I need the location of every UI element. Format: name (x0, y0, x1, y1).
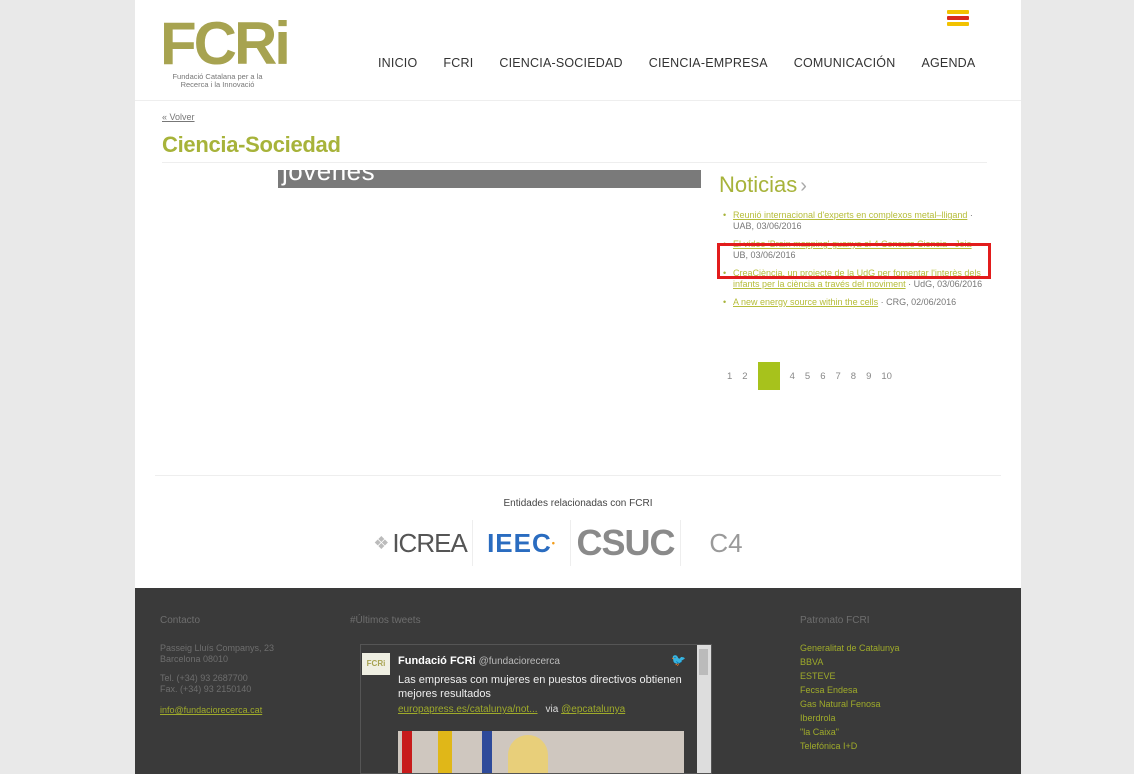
tweet-author[interactable]: Fundació FCRi @fundaciorecerca (398, 655, 560, 667)
nav-ciencia-sociedad[interactable]: CIENCIA-SOCIEDAD (499, 56, 622, 70)
contact-title: Contacto (160, 615, 201, 626)
tweet-link[interactable]: europapress.es/catalunya/not... (398, 704, 538, 715)
page-link[interactable]: 5 (805, 371, 810, 382)
tweet-author-handle: @fundaciorecerca (478, 656, 560, 667)
logo-subtitle: Fundació Catalana per a la Recerca i la … (172, 72, 263, 89)
footer: Contacto Passeig Lluís Companys, 23 Barc… (135, 588, 1021, 774)
icrea-logo[interactable]: ❖ ICREA (368, 520, 473, 566)
contact-info: Passeig Lluís Companys, 23 Barcelona 080… (160, 643, 274, 716)
twitter-bird-icon[interactable]: 🐦 (671, 653, 686, 667)
c4-logo-text: C4 (709, 527, 743, 558)
tweet-widget[interactable]: FCRi Fundació FCRi @fundaciorecerca 🐦 Las… (360, 644, 712, 774)
entities-logos: ❖ ICREA IEEC • CSUC C4 (368, 520, 771, 566)
tweet-via-handle[interactable]: @epcatalunya (561, 704, 625, 715)
page-link[interactable]: 7 (835, 371, 840, 382)
patronato-list: Generalitat de Catalunya BBVA ESTEVE Fec… (800, 641, 900, 753)
ieec-logo[interactable]: IEEC • (473, 520, 571, 566)
patronato-item[interactable]: Iberdrola (800, 711, 900, 725)
contact-email[interactable]: info@fundaciorecerca.cat (160, 705, 274, 716)
csuc-logo-text: CSUC (576, 522, 675, 563)
patronato-item[interactable]: Generalitat de Catalunya (800, 641, 900, 655)
patronato-item[interactable]: Fecsa Endesa (800, 683, 900, 697)
tweet-links: europapress.es/catalunya/not... via @epca… (398, 704, 625, 715)
news-item: El vídeo 'Brain mapping' guanya el 4 Con… (721, 239, 983, 261)
page-link[interactable]: 6 (820, 371, 825, 382)
address-line: Passeig Lluís Companys, 23 (160, 643, 275, 653)
news-heading-label: Noticias (719, 172, 798, 197)
news-item-link[interactable]: Reunió internacional d'experts en comple… (733, 210, 967, 220)
back-link[interactable]: « Volver (162, 112, 195, 122)
language-flag-icon[interactable] (947, 10, 969, 32)
page-link[interactable]: 10 (881, 371, 892, 382)
nav-agenda[interactable]: AGENDA (921, 56, 975, 70)
tweet-text: Las empresas con mujeres en puestos dire… (398, 674, 682, 700)
news-item: Reunió internacional d'experts en comple… (721, 210, 983, 232)
news-list: Reunió internacional d'experts en comple… (721, 210, 983, 315)
nav-comunicacion[interactable]: COMUNICACIÓN (794, 56, 896, 70)
ieec-logo-text: IEEC (487, 527, 552, 558)
patronato-item[interactable]: Telefónica I+D (800, 739, 900, 753)
patronato-title: Patronato FCRI (800, 615, 870, 626)
patronato-item[interactable]: "la Caixa" (800, 725, 900, 739)
c4-logo[interactable]: C4 (681, 520, 771, 566)
tweet-author-name: Fundació FCRi (398, 655, 476, 667)
page-link[interactable]: 8 (851, 371, 856, 382)
news-item-link[interactable]: El vídeo 'Brain mapping' guanya el 4 Con… (733, 239, 972, 249)
news-item-link[interactable]: A new energy source within the cells (733, 297, 878, 307)
page: FCRi Fundació Catalana per a la Recerca … (135, 0, 1021, 774)
address-line: Barcelona 08010 (160, 654, 229, 664)
fcri-logo[interactable]: FCRi Fundació Catalana per a la Recerca … (160, 10, 295, 92)
page-link[interactable]: 9 (866, 371, 871, 382)
page-link-active[interactable]: 3 (757, 362, 780, 390)
nav-ciencia-empresa[interactable]: CIENCIA-EMPRESA (649, 56, 768, 70)
icrea-logo-text: ICREA (392, 527, 467, 558)
news-item-source: · CRG, 02/06/2016 (878, 297, 957, 307)
entities-title: Entidades relacionadas con FCRI (503, 498, 653, 509)
tweet-via: via (545, 704, 559, 715)
news-heading[interactable]: Noticias › (719, 172, 807, 198)
nav-fcri[interactable]: FCRI (443, 56, 473, 70)
fax-line: Fax. (+34) 93 2150140 (160, 684, 252, 694)
csuc-logo[interactable]: CSUC (571, 520, 681, 566)
patronato-item[interactable]: ESTEVE (800, 669, 900, 683)
section-divider (155, 475, 1001, 476)
title-divider (162, 162, 987, 163)
banner-text: jóvenes (282, 170, 376, 186)
news-item: A new energy source within the cells · C… (721, 297, 983, 308)
page-link[interactable]: 4 (790, 371, 795, 382)
logo-mark: FCRi (160, 10, 291, 77)
page-link[interactable]: 2 (742, 371, 747, 382)
tweets-title: #Últimos tweets (350, 615, 421, 626)
patronato-item[interactable]: BBVA (800, 655, 900, 669)
page-link[interactable]: 1 (727, 371, 732, 382)
chevron-right-icon: › (800, 175, 807, 197)
patronato-item[interactable]: Gas Natural Fenosa (800, 697, 900, 711)
news-item-source: · UdG, 03/06/2016 (905, 279, 983, 289)
page-title: Ciencia-Sociedad (162, 132, 341, 157)
tweet-scrollbar[interactable] (697, 645, 711, 773)
tweet-avatar: FCRi (362, 653, 390, 675)
nav-inicio[interactable]: INICIO (378, 56, 417, 70)
tweet-image[interactable] (398, 731, 684, 773)
phone-line: Tel. (+34) 93 2687700 (160, 673, 248, 683)
article-banner: jóvenes (278, 170, 701, 188)
header-divider (135, 100, 1021, 101)
news-item: CreaCiència, un projecte de la UdG per f… (721, 268, 983, 290)
pagination: 1 2 3 4 5 6 7 8 9 10 (727, 362, 902, 390)
main-nav: INICIO FCRI CIENCIA-SOCIEDAD CIENCIA-EMP… (378, 56, 975, 70)
